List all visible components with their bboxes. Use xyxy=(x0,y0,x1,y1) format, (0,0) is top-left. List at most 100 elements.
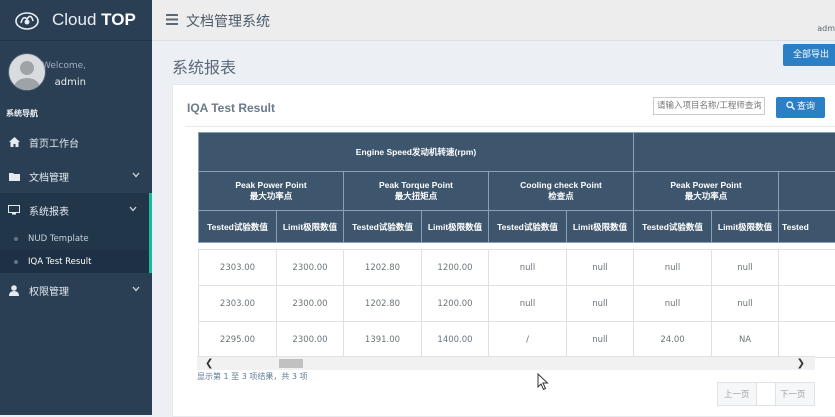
home-icon xyxy=(8,136,20,148)
sidebar-item-label: 系统报表 xyxy=(29,203,69,218)
horizontal-scrollbar[interactable]: ❮ ❯ xyxy=(197,356,815,370)
avatar-user-icon xyxy=(9,54,45,90)
sidebar-item-permissions[interactable]: 权限管理 xyxy=(0,273,152,307)
table-cell: null xyxy=(567,250,634,286)
welcome-text: Welcome, xyxy=(42,61,86,71)
table-cell: null xyxy=(634,286,712,322)
sidebar-subitem-label: NUD Template xyxy=(28,234,89,244)
bullet-icon xyxy=(14,260,18,264)
pagination-info: 显示第 1 至 3 项结果，共 3 项 xyxy=(197,371,308,382)
system-title: 文档管理系统 xyxy=(186,11,270,31)
sub-header-cooling-check: Cooling check Point检查点 xyxy=(489,172,634,211)
results-table: Engine Speed发动机转速(rpm) Ve Peak Power Poi… xyxy=(198,132,835,358)
pagination: 上一页 1 下一页 xyxy=(717,382,815,406)
sidebar-subitem-label: IQA Test Result xyxy=(28,257,91,267)
welcome-username: admin xyxy=(55,77,86,88)
chevron-down-icon xyxy=(129,205,137,213)
sidebar-item-reports[interactable]: 系统报表 xyxy=(0,193,152,227)
table-cell: 2303.00 xyxy=(199,250,277,286)
table-cell: 1202.80 xyxy=(344,250,422,286)
column-header[interactable]: Tested试验数值 xyxy=(199,211,277,243)
sub-header-next xyxy=(779,172,835,211)
table-cell: 1200.00 xyxy=(422,286,489,322)
table-cell xyxy=(779,286,835,322)
bullet-icon xyxy=(14,237,18,241)
sub-header-peak-power: Peak Power Point最大功率点 xyxy=(199,172,344,211)
user-profile: Welcome, admin xyxy=(0,41,152,101)
table-row[interactable]: 2303.002300.001202.801200.00nullnullnull… xyxy=(199,250,835,286)
sidebar-subitem-nud-template[interactable]: NUD Template xyxy=(0,227,149,250)
table-cell: / xyxy=(489,322,567,358)
table-cell: 2303.00 xyxy=(199,286,277,322)
sidebar-submenu-reports: NUD Template IQA Test Result xyxy=(0,227,152,273)
table-cell: null xyxy=(489,250,567,286)
sidebar-item-documents[interactable]: 文档管理 xyxy=(0,159,152,193)
table-cell: 1391.00 xyxy=(344,322,422,358)
table-cell: 1202.80 xyxy=(344,286,422,322)
group-header-ve: Ve xyxy=(634,133,835,172)
column-header[interactable]: Limit极限数值 xyxy=(277,211,344,243)
column-header-row: Tested试验数值Limit极限数值Tested试验数值Limit极限数值Te… xyxy=(199,211,835,243)
column-header[interactable]: Limit极限数值 xyxy=(567,211,634,243)
column-header[interactable]: Limit极限数值 xyxy=(712,211,779,243)
prev-page-button[interactable]: 上一页 xyxy=(724,388,750,400)
table-cell: 2295.00 xyxy=(199,322,277,358)
sub-header-peak-torque: Peak Torque Point最大扭矩点 xyxy=(344,172,489,211)
user-menu[interactable]: adm xyxy=(817,24,835,33)
search-button[interactable]: 查询 xyxy=(776,97,825,118)
avatar xyxy=(8,53,46,91)
sub-header-peak-power-2: Peak Power Point最大功率点 xyxy=(634,172,779,211)
table-cell: 2300.00 xyxy=(277,286,344,322)
page-number[interactable]: 1 xyxy=(762,388,767,398)
scroll-right-icon[interactable]: ❯ xyxy=(797,358,805,369)
folder-icon xyxy=(8,170,20,182)
mouse-cursor-icon xyxy=(537,373,549,391)
table-cell: 24.00 xyxy=(634,322,712,358)
brand[interactable]: Cloud TOP xyxy=(0,0,152,41)
scrollbar-thumb[interactable] xyxy=(279,359,303,368)
nav-section-title: 系统导航 xyxy=(0,103,152,125)
table-row[interactable]: 2295.002300.001391.001400.00/null24.00NA xyxy=(199,322,835,358)
column-header[interactable]: Tested xyxy=(779,211,835,243)
scroll-left-icon[interactable]: ❮ xyxy=(205,358,213,369)
brand-name: Cloud TOP xyxy=(52,10,136,30)
search-input[interactable] xyxy=(653,97,765,115)
table-cell xyxy=(779,322,835,358)
top-bar: 文档管理系统 adm xyxy=(152,0,835,41)
table-cell: 1200.00 xyxy=(422,250,489,286)
search-button-label: 查询 xyxy=(797,102,815,112)
next-page-button[interactable]: 下一页 xyxy=(780,388,806,400)
column-header[interactable]: Tested试验数值 xyxy=(489,211,567,243)
menu-toggle-icon[interactable] xyxy=(166,14,178,25)
chevron-down-icon xyxy=(132,171,140,179)
spacer-row xyxy=(199,243,835,250)
sidebar-item-label: 首页工作台 xyxy=(29,135,79,150)
group-header-engine-speed: Engine Speed发动机转速(rpm) xyxy=(199,133,634,172)
user-icon xyxy=(8,284,20,296)
cloud-logo-icon xyxy=(14,9,40,31)
sidebar-subitem-iqa-test-result[interactable]: IQA Test Result xyxy=(0,250,149,273)
table-cell: null xyxy=(489,286,567,322)
table-cell: null xyxy=(712,250,779,286)
sidebar-item-home[interactable]: 首页工作台 xyxy=(0,125,152,159)
table-cell: null xyxy=(567,286,634,322)
page-title: 系统报表 xyxy=(172,54,236,78)
table-cell xyxy=(779,250,835,286)
sidebar: Cloud TOP Welcome, admin 系统导航 首页工作台 文档管理… xyxy=(0,0,152,415)
export-all-button[interactable]: 全部导出 xyxy=(783,44,835,66)
desktop-icon xyxy=(8,204,20,216)
panel-title: IQA Test Result xyxy=(187,101,275,115)
divider xyxy=(185,126,835,127)
table-cell: 2300.00 xyxy=(277,250,344,286)
results-table-container: Engine Speed发动机转速(rpm) Ve Peak Power Poi… xyxy=(198,132,835,359)
column-header[interactable]: Tested试验数值 xyxy=(634,211,712,243)
table-row[interactable]: 2303.002300.001202.801200.00nullnullnull… xyxy=(199,286,835,322)
column-header[interactable]: Tested试验数值 xyxy=(344,211,422,243)
table-cell: null xyxy=(567,322,634,358)
table-cell: null xyxy=(712,286,779,322)
chevron-down-icon xyxy=(132,285,140,293)
table-cell: 2300.00 xyxy=(277,322,344,358)
column-header[interactable]: Limit极限数值 xyxy=(422,211,489,243)
table-cell: 1400.00 xyxy=(422,322,489,358)
sidebar-item-label: 文档管理 xyxy=(29,169,69,184)
